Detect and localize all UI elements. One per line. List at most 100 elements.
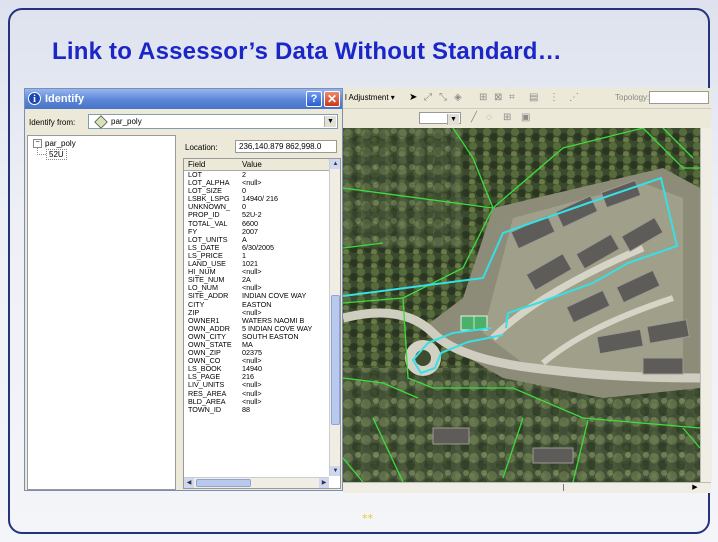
field-value-cell: 02375: [242, 349, 262, 358]
field-value-cell: 2007: [242, 227, 258, 236]
table-row[interactable]: LSBK_LSPG 14940/ 216: [184, 195, 329, 203]
scroll-down-icon[interactable]: ▼: [330, 466, 340, 476]
field-value-cell: <null>: [242, 308, 262, 317]
table-row[interactable]: TOTAL_VAL 6600: [184, 220, 329, 228]
table-row[interactable]: LS_PRICE 1: [184, 252, 329, 260]
map-vertical-scrollbar[interactable]: [700, 128, 712, 482]
pointer-icon[interactable]: ➤: [409, 92, 417, 103]
field-value-cell: 216: [242, 373, 254, 382]
grid-horizontal-scrollbar[interactable]: ◀ ▶: [184, 477, 329, 488]
field-value-cell: 6/30/2005: [242, 243, 274, 252]
tree-item-par-poly[interactable]: − par_poly: [33, 139, 76, 149]
edit-vertex-icon[interactable]: ⤢: [424, 92, 432, 103]
table-row[interactable]: LOT_ALPHA <null>: [184, 179, 329, 187]
field-value-cell: <null>: [242, 381, 262, 390]
editor-toolbar: l Adjustment ▾ ➤ ⤢ ⤡ ◈ ⊞ ⊠ ⌗ ▤ ⋮ ⋰ Topol…: [343, 88, 711, 109]
arcmap-window: l Adjustment ▾ ➤ ⤢ ⤡ ◈ ⊞ ⊠ ⌗ ▤ ⋮ ⋰ Topol…: [343, 88, 712, 493]
sketch-icon[interactable]: ╱: [471, 112, 477, 123]
field-value-cell: WATERS NAOMI B: [242, 316, 305, 325]
table-row[interactable]: BLD_AREA <null>: [184, 398, 329, 406]
identify-from-value: par_poly: [111, 117, 142, 126]
field-value-cell: 2A: [242, 276, 251, 285]
info-icon: i: [28, 92, 41, 105]
hscroll-thumb[interactable]: [196, 479, 251, 487]
identify-titlebar[interactable]: i Identify ? ✕: [25, 89, 342, 109]
column-header-field[interactable]: Field: [188, 160, 205, 169]
tree-item-52u[interactable]: 52U: [46, 149, 67, 160]
field-value-cell: 2: [242, 171, 246, 179]
table-row[interactable]: LS_PAGE 216: [184, 373, 329, 381]
scroll-thumb-marker[interactable]: [563, 484, 564, 491]
field-value-cell: <null>: [242, 389, 262, 398]
grid-vertical-scrollbar[interactable]: ▲ ▼: [329, 159, 340, 476]
table-row[interactable]: LOT_SIZE 0: [184, 187, 329, 195]
table-row[interactable]: LO_NUM <null>: [184, 284, 329, 292]
square-icon[interactable]: ▣: [521, 112, 530, 123]
scroll-right-icon[interactable]: ▶: [319, 478, 329, 488]
grid-icon[interactable]: ▤: [529, 92, 538, 103]
table-row[interactable]: FY 2007: [184, 228, 329, 236]
aerial-map-view[interactable]: [343, 128, 700, 482]
grid-icon[interactable]: ⊞: [503, 112, 511, 123]
field-value-cell: 88: [242, 405, 250, 414]
table-row[interactable]: SITE_NUM 2A: [184, 276, 329, 284]
table-row[interactable]: PROP_ID 52U-2: [184, 211, 329, 219]
chevron-down-icon[interactable]: ▼: [447, 114, 459, 125]
spatial-adjustment-menu[interactable]: l Adjustment ▾: [345, 93, 395, 102]
target-dropdown[interactable]: ▼: [419, 112, 461, 125]
table-row[interactable]: RES_AREA <null>: [184, 390, 329, 398]
table-row[interactable]: LOT_UNITS A: [184, 236, 329, 244]
chevron-down-icon[interactable]: ▼: [324, 116, 336, 127]
identify-from-label: Identify from:: [29, 118, 76, 127]
identify-from-dropdown[interactable]: par_poly ▼: [88, 114, 338, 129]
table-row[interactable]: OWN_STATE MA: [184, 341, 329, 349]
identify-title: Identify: [45, 93, 85, 105]
results-tree: − par_poly 52U: [27, 135, 176, 490]
table-row[interactable]: LAND_USE 1021: [184, 260, 329, 268]
field-value-cell: INDIAN COVE WAY: [242, 292, 307, 301]
table-row[interactable]: LS_BOOK 14940: [184, 365, 329, 373]
scroll-thumb[interactable]: [331, 295, 340, 425]
rotate-icon[interactable]: ◈: [454, 92, 462, 103]
table-row[interactable]: OWNER1 WATERS NAOMI B: [184, 317, 329, 325]
grid-body: LOT 2 LOT_ALPHA <null> LOT_SIZE 0 LSBK_LSPG 149…: [184, 171, 329, 414]
scroll-up-icon[interactable]: ▲: [330, 159, 340, 169]
field-value-cell: 14940/ 216: [242, 195, 278, 204]
table-row[interactable]: LIV_UNITS <null>: [184, 381, 329, 389]
table-row[interactable]: OWN_ADDR 5 INDIAN COVE WAY: [184, 325, 329, 333]
location-label: Location:: [185, 143, 218, 152]
location-row: Location: 236,140.879 862,998.0: [179, 139, 341, 155]
table-row[interactable]: HI_NUM <null>: [184, 268, 329, 276]
topology-dropdown[interactable]: [649, 91, 709, 104]
attribute-icon[interactable]: ⊠: [494, 92, 502, 103]
table-icon[interactable]: ⊞: [479, 92, 487, 103]
scroll-right-icon[interactable]: ▶: [690, 483, 700, 492]
sketch-toolbar: ▼ ╱ ◌ ⊞ ▣: [343, 109, 711, 127]
scroll-left-icon[interactable]: ◀: [184, 478, 194, 488]
help-button[interactable]: ?: [306, 91, 322, 107]
table-row[interactable]: TOWN_ID 88: [184, 406, 329, 414]
footer-mark: **: [362, 512, 373, 525]
table-row[interactable]: UNKNOWN_ 0: [184, 203, 329, 211]
table-row[interactable]: OWN_CITY SOUTH EASTON: [184, 333, 329, 341]
table-row[interactable]: LS_DATE 6/30/2005: [184, 244, 329, 252]
reshape-icon[interactable]: ⤡: [439, 92, 447, 103]
table-row[interactable]: SITE_ADDR INDIAN COVE WAY: [184, 292, 329, 300]
split-icon[interactable]: ⋮: [549, 92, 559, 103]
circle-icon[interactable]: ◌: [486, 112, 492, 123]
table-row[interactable]: OWN_ZIP 02375: [184, 349, 329, 357]
column-header-value[interactable]: Value: [242, 160, 262, 169]
close-button[interactable]: ✕: [324, 91, 340, 107]
tree-connector: [37, 148, 46, 155]
layer-icon: [94, 115, 108, 129]
table-row[interactable]: LOT 2: [184, 171, 329, 179]
map-horizontal-scrollbar[interactable]: ▶: [343, 482, 711, 493]
location-field[interactable]: 236,140.879 862,998.0: [235, 140, 337, 153]
merge-icon[interactable]: ⋰: [569, 92, 579, 103]
table-row[interactable]: ZIP <null>: [184, 309, 329, 317]
field-value-cell: MA: [242, 340, 253, 349]
slide-title: Link to Assessor’s Data Without Standard…: [52, 38, 562, 65]
table-row[interactable]: CITY EASTON: [184, 301, 329, 309]
snap-icon[interactable]: ⌗: [509, 92, 515, 103]
table-row[interactable]: OWN_CO <null>: [184, 357, 329, 365]
